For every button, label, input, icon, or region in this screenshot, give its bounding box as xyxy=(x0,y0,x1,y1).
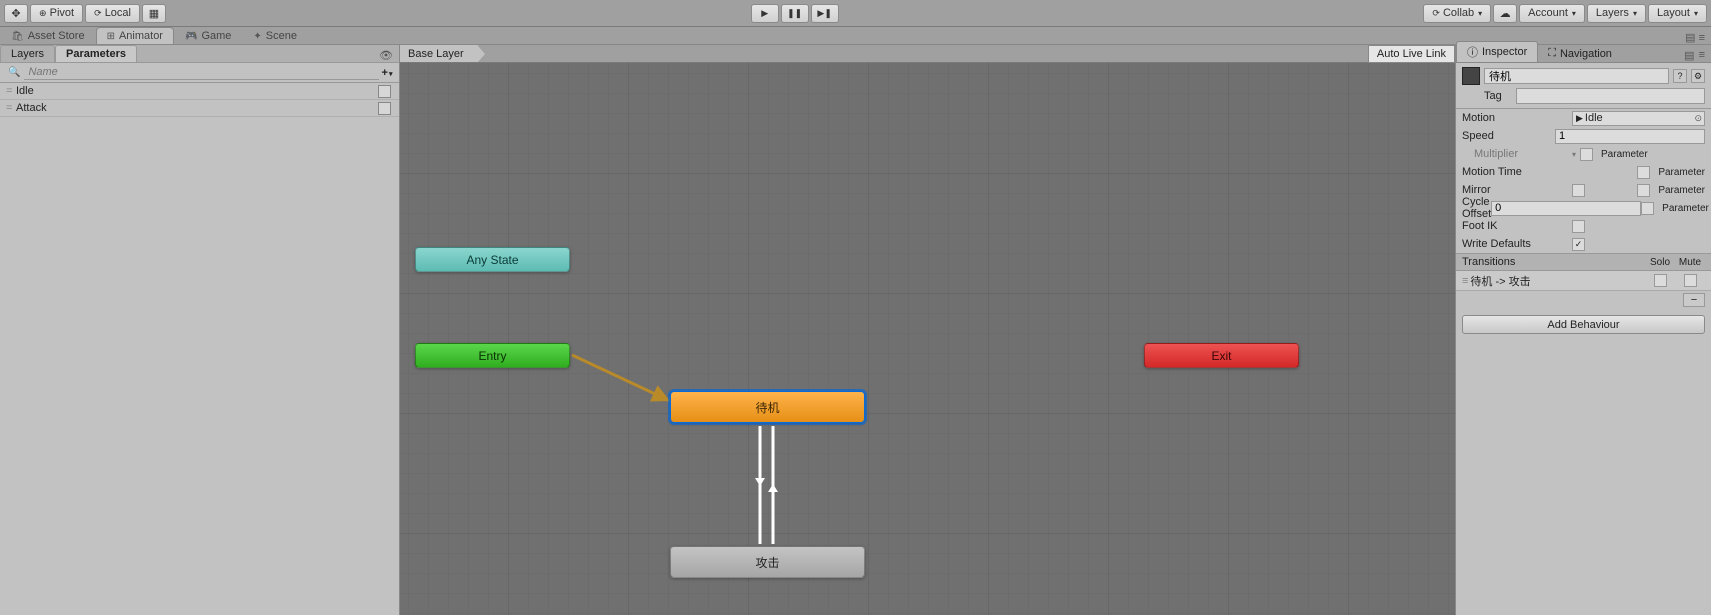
foot-ik-checkbox[interactable] xyxy=(1572,220,1585,233)
scene-icon: ✦ xyxy=(253,31,261,42)
multiplier-param-checkbox[interactable] xyxy=(1580,148,1593,161)
write-defaults-label: Write Defaults xyxy=(1462,238,1572,250)
tab-inspector[interactable]: ⓘInspector xyxy=(1456,41,1538,62)
parameter-item[interactable]: =Idle xyxy=(0,83,399,100)
write-defaults-checkbox[interactable] xyxy=(1572,238,1585,251)
bag-icon: 🛍 xyxy=(11,31,24,42)
tab-game[interactable]: 🎮Game xyxy=(174,27,242,44)
node-entry[interactable]: Entry xyxy=(415,343,570,368)
node-state-idle[interactable]: 待机 xyxy=(670,391,865,423)
animator-icon: ⊞ xyxy=(107,31,115,42)
cycleoffset-param-checkbox[interactable] xyxy=(1641,202,1654,215)
add-behaviour-button[interactable]: Add Behaviour xyxy=(1462,315,1705,334)
mirror-param-checkbox[interactable] xyxy=(1637,184,1650,197)
layers-button[interactable]: Layers▾ xyxy=(1587,4,1646,23)
cycle-offset-input[interactable] xyxy=(1491,201,1641,216)
mute-header: Mute xyxy=(1675,257,1705,268)
tab-asset-store[interactable]: 🛍Asset Store xyxy=(0,27,96,44)
parameters-panel: Layers Parameters 👁 🔍 +▾ =Idle =Attack xyxy=(0,45,400,615)
info-icon: ⓘ xyxy=(1467,44,1478,60)
hand-tool-button[interactable]: ✥ xyxy=(4,4,28,23)
parameter-checkbox[interactable] xyxy=(378,102,391,115)
transition-mute-checkbox[interactable] xyxy=(1684,274,1697,287)
state-icon xyxy=(1462,67,1480,85)
cloud-button[interactable]: ☁ xyxy=(1493,4,1517,23)
tab-parameters-side[interactable]: Parameters xyxy=(55,45,137,62)
auto-live-link-button[interactable]: Auto Live Link xyxy=(1368,45,1455,63)
parameter-item[interactable]: =Attack xyxy=(0,100,399,117)
play-button[interactable]: ▶ xyxy=(751,4,779,23)
node-any-state[interactable]: Any State xyxy=(415,247,570,272)
object-picker-icon[interactable]: ⊙ xyxy=(1694,113,1702,124)
help-button[interactable]: ? xyxy=(1673,69,1687,83)
layout-button[interactable]: Layout▾ xyxy=(1648,4,1707,23)
motion-clip-icon: ▶ xyxy=(1576,113,1583,124)
tab-layers-side[interactable]: Layers xyxy=(0,45,55,62)
snap-button[interactable]: ▦ xyxy=(142,4,166,23)
breadcrumb-item[interactable]: Base Layer xyxy=(400,45,478,62)
foot-ik-label: Foot IK xyxy=(1462,220,1572,232)
transition-item[interactable]: ≡ 待机 -> 攻击 xyxy=(1456,271,1711,291)
editor-tabstrip: 🛍Asset Store ⊞Animator 🎮Game ✦Scene ▤ ≡ xyxy=(0,27,1711,45)
solo-header: Solo xyxy=(1645,257,1675,268)
add-parameter-button[interactable]: +▾ xyxy=(379,67,395,79)
tab-scene[interactable]: ✦Scene xyxy=(242,27,308,44)
tag-label: Tag xyxy=(1484,90,1512,102)
nav-icon: ⛶ xyxy=(1548,47,1556,60)
motion-time-label: Motion Time xyxy=(1462,166,1572,178)
drag-handle-icon[interactable]: ≡ xyxy=(1462,275,1466,287)
node-state-attack[interactable]: 攻击 xyxy=(670,546,865,578)
inspector-panel: ⓘInspector ⛶Navigation ▤≡ ? ⚙ Tag Motion… xyxy=(1455,45,1711,615)
transitions-header: Transitions xyxy=(1462,256,1645,268)
eye-icon[interactable]: 👁 xyxy=(373,49,399,62)
panel-menu-button[interactable]: ▤ ≡ xyxy=(1679,31,1711,44)
settings-gear-icon[interactable]: ⚙ xyxy=(1691,69,1705,83)
account-button[interactable]: Account▾ xyxy=(1519,4,1585,23)
tab-navigation[interactable]: ⛶Navigation xyxy=(1538,45,1622,62)
breadcrumb: Base Layer xyxy=(400,45,1455,63)
parameter-checkbox[interactable] xyxy=(378,85,391,98)
remove-transition-button[interactable]: − xyxy=(1683,293,1705,307)
speed-label: Speed xyxy=(1462,130,1555,142)
game-icon: 🎮 xyxy=(185,31,197,42)
local-button[interactable]: ⟳ Local xyxy=(85,4,140,23)
pivot-button[interactable]: ⊕ Pivot xyxy=(30,4,83,23)
panel-menu-button[interactable]: ▤≡ xyxy=(1678,49,1711,62)
motion-field[interactable]: ▶Idle⊙ xyxy=(1572,111,1705,126)
tab-animator[interactable]: ⊞Animator xyxy=(96,27,174,44)
search-icon: 🔍 xyxy=(8,67,20,78)
node-exit[interactable]: Exit xyxy=(1144,343,1299,368)
state-name-input[interactable] xyxy=(1484,68,1669,84)
pause-button[interactable]: ❚❚ xyxy=(781,4,809,23)
animator-canvas-panel: Base Layer Auto Live Link Any State Entr… xyxy=(400,45,1455,615)
motion-label: Motion xyxy=(1462,112,1572,124)
mirror-checkbox[interactable] xyxy=(1572,184,1585,197)
mirror-label: Mirror xyxy=(1462,184,1572,196)
motiontime-param-checkbox[interactable] xyxy=(1637,166,1650,179)
step-button[interactable]: ▶❚ xyxy=(811,4,839,23)
collab-button[interactable]: ⟳ Collab▾ xyxy=(1423,4,1491,23)
multiplier-label: Multiplier xyxy=(1462,148,1572,160)
transition-solo-checkbox[interactable] xyxy=(1654,274,1667,287)
main-toolbar: ✥ ⊕ Pivot ⟳ Local ▦ ▶ ❚❚ ▶❚ ⟳ Collab▾ ☁ … xyxy=(0,0,1711,27)
speed-input[interactable] xyxy=(1555,129,1705,144)
animator-graph[interactable]: Any State Entry Exit 待机 攻击 xyxy=(400,63,1455,615)
tag-input[interactable] xyxy=(1516,88,1705,104)
parameter-search-input[interactable] xyxy=(24,65,379,80)
